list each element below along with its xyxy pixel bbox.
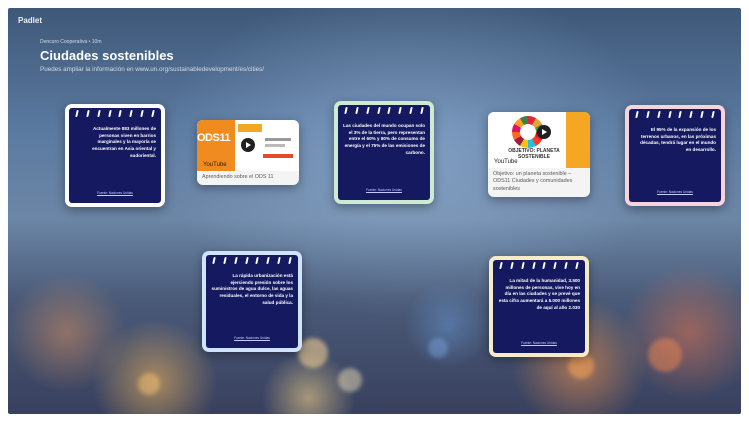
play-icon[interactable] (241, 137, 255, 152)
note-text: La rápida urbanización está ejerciendo p… (211, 273, 293, 305)
bokeh-light (138, 373, 160, 395)
note-card[interactable]: La rápida urbanización está ejerciendo p… (202, 251, 302, 352)
note-source-link[interactable]: Fuente: Naciones Unidas (75, 191, 155, 195)
bokeh-light (648, 338, 682, 372)
thumbnail-graphic (566, 112, 590, 168)
video-card[interactable]: OBJETIVO: PLANETA SOSTENIBLE YouTube Obj… (488, 112, 590, 197)
play-icon[interactable] (537, 125, 552, 140)
bokeh-light (298, 338, 328, 368)
note-card[interactable]: El 95% de la expansión de los terrenos u… (625, 105, 725, 206)
note-source-link[interactable]: Fuente: Naciones Unidas (212, 336, 292, 340)
note-source-link[interactable]: Fuente: Naciones Unidas (635, 190, 715, 194)
bokeh-light (338, 368, 362, 392)
padlet-board: Padlet Dencuro Cooperativa • 10m Ciudade… (8, 8, 741, 414)
note-text: El 95% de la expansión de los terrenos u… (640, 127, 716, 152)
ods11-logo-text: ODS11 (197, 132, 230, 144)
notebook-binding-icon (499, 262, 579, 270)
notebook-binding-icon (75, 110, 155, 118)
bokeh-light (428, 338, 448, 358)
notebook-binding-icon (635, 111, 715, 119)
note-source-link[interactable]: Fuente: Naciones Unidas (499, 341, 579, 345)
thumbnail-graphic (263, 154, 293, 158)
video-caption: Aprendiendo sobre el ODS 11 (202, 174, 274, 180)
note-body: La rápida urbanización está ejerciendo p… (206, 255, 298, 348)
padlet-logo[interactable]: Padlet (18, 16, 42, 25)
page-title: Ciudades sostenibles (40, 48, 174, 63)
note-source-link[interactable]: Fuente: Naciones Unidas (344, 188, 424, 192)
notebook-binding-icon (344, 107, 424, 115)
thumbnail-graphic (265, 144, 285, 147)
video-thumbnail[interactable]: OBJETIVO: PLANETA SOSTENIBLE YouTube (488, 112, 590, 168)
note-card[interactable]: Actualmente 883 millones de personas viv… (65, 104, 165, 207)
note-body: Actualmente 883 millones de personas viv… (69, 108, 161, 203)
notebook-binding-icon (212, 257, 292, 265)
thumbnail-graphic (265, 138, 291, 141)
video-thumbnail[interactable]: ODS11 YouTube (197, 120, 299, 171)
note-text: La mitad de la humanidad, 3.500 millones… (498, 278, 580, 310)
youtube-label: YouTube (203, 162, 227, 168)
note-card[interactable]: La mitad de la humanidad, 3.500 millones… (489, 256, 589, 357)
youtube-label: YouTube (494, 159, 518, 165)
note-body: El 95% de la expansión de los terrenos u… (629, 109, 721, 202)
breadcrumb: Dencuro Cooperativa • 10m (40, 39, 102, 45)
video-card[interactable]: ODS11 YouTube Aprendiendo sobre el ODS 1… (197, 120, 299, 186)
thumbnail-graphic (238, 124, 262, 132)
sdg-wheel-center (520, 124, 536, 140)
note-body: Las ciudades del mundo ocupan solo el 3%… (338, 105, 430, 200)
page-subtitle: Puedes ampliar la información en www.un.… (40, 66, 265, 73)
video-caption: Objetivo: un planeta sostenible – ODS11 … (493, 171, 573, 192)
note-text: Actualmente 883 millones de personas viv… (92, 126, 156, 158)
note-card[interactable]: Las ciudades del mundo ocupan solo el 3%… (334, 101, 434, 204)
note-body: La mitad de la humanidad, 3.500 millones… (493, 260, 585, 353)
note-text: Las ciudades del mundo ocupan solo el 3%… (343, 123, 425, 155)
